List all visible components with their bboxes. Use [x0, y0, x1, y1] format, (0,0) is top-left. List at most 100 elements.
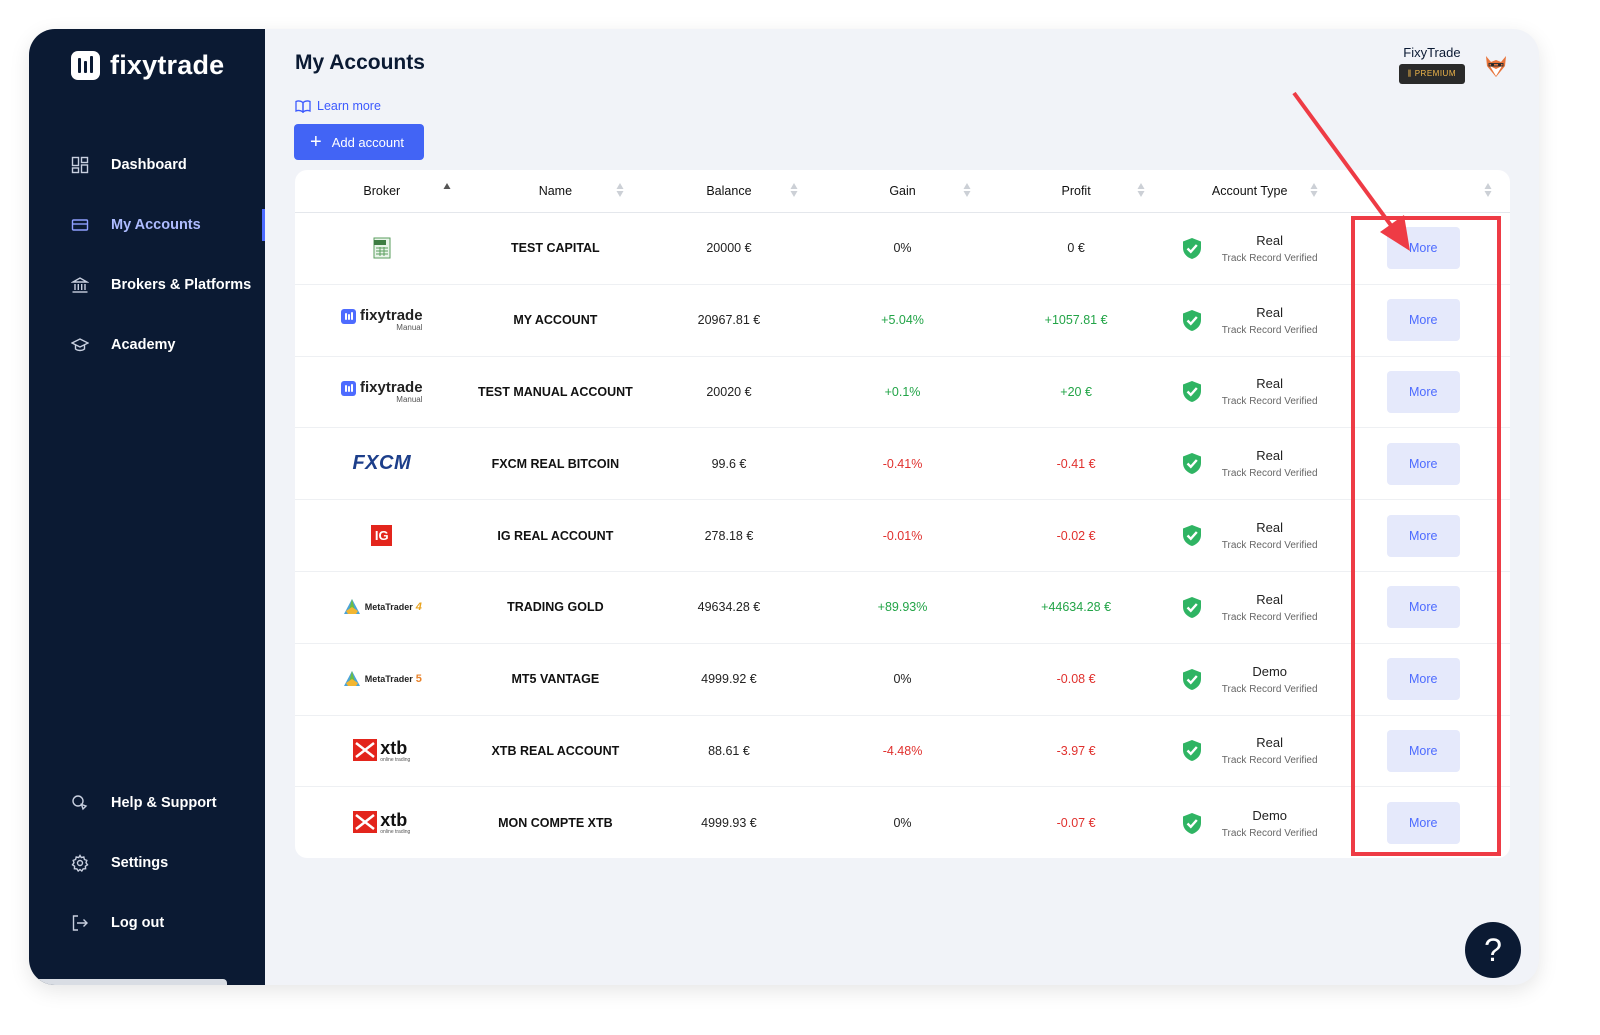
table-row[interactable]: xtb online trading MON COMPTE XTB 4999.93 €…: [295, 787, 1510, 858]
wallet-icon: [71, 219, 89, 231]
account-profit: -0.08 €: [1056, 672, 1096, 687]
annotation-arrow-icon: [1292, 91, 1410, 251]
sidebar-item-dashboard[interactable]: Dashboard: [71, 153, 187, 177]
verified-label: Track Record Verified: [1221, 396, 1318, 408]
verified-shield-icon: [1182, 740, 1201, 762]
sidebar-item-brokers-platforms[interactable]: Brokers & Platforms: [71, 273, 251, 297]
sidebar-item-help-support[interactable]: Help & Support: [71, 791, 217, 815]
account-profit: -3.97 €: [1056, 743, 1096, 758]
verified-label: Track Record Verified: [1221, 827, 1318, 839]
account-type-cell: Real Track Record Verified: [1163, 716, 1337, 787]
account-gain: -4.48%: [882, 743, 923, 758]
account-name: TEST CAPITAL: [511, 241, 600, 256]
account-balance: 4999.93 €: [701, 816, 757, 831]
account-type: Real: [1256, 304, 1284, 320]
column-header-gain[interactable]: Gain: [816, 170, 990, 212]
verified-shield-icon: [1182, 453, 1201, 475]
broker-logo-label: fixytrade: [360, 378, 423, 396]
column-header-name[interactable]: Name: [469, 170, 643, 212]
sidebar-item-academy[interactable]: Academy: [71, 333, 175, 357]
account-gain: +0.1%: [884, 384, 921, 399]
account-type: Real: [1256, 448, 1284, 464]
help-button[interactable]: ?: [1465, 922, 1521, 978]
fixytrade-logo-icon: [341, 380, 357, 396]
sidebar-item-label: Academy: [111, 337, 176, 353]
verified-label: Track Record Verified: [1221, 683, 1318, 695]
metatrader-logo-icon: [343, 599, 360, 615]
account-gain: 0%: [893, 672, 912, 687]
account-gain: 0%: [893, 816, 912, 831]
column-header-broker[interactable]: Broker: [295, 170, 469, 212]
account-profit: +20 €: [1060, 384, 1092, 399]
account-gain: -0.41%: [882, 456, 923, 471]
account-name: MON COMPTE XTB: [498, 816, 613, 831]
highlight-annotation-box: [1351, 216, 1501, 856]
sidebar-item-log-out[interactable]: Log out: [71, 911, 164, 935]
table-row[interactable]: MetaTrader 5 MT5 VANTAGE 4999.92 € 0% -0.08 €…: [295, 644, 1510, 716]
verified-shield-icon: [1182, 381, 1201, 403]
metatrader-logo-icon: [343, 671, 360, 687]
account-balance: 4999.92 €: [701, 672, 757, 687]
sort-icon: [1137, 183, 1145, 197]
avatar[interactable]: [1483, 53, 1509, 79]
app-logo[interactable]: fixytrade: [71, 49, 224, 81]
sort-icon: [616, 183, 624, 197]
sort-icon: [443, 183, 451, 189]
broker-logo-label: MetaTrader: [364, 602, 413, 613]
broker-cell: CSV: [295, 213, 469, 284]
logout-icon: [72, 915, 88, 931]
verified-shield-icon: [1182, 237, 1201, 259]
broker-cell: MetaTrader 5: [295, 644, 469, 715]
accounts-table: Broker Name Balance Gain Profit Account Type …: [295, 170, 1510, 858]
table-row[interactable]: IG IG REAL ACCOUNT 278.18 € -0.01% -0.02 € Re…: [295, 500, 1510, 572]
broker-logo-version: 4: [415, 601, 422, 614]
broker-cell: xtb online trading: [295, 787, 469, 858]
account-profit: -0.02 €: [1056, 528, 1096, 543]
broker-logo-label: MetaTrader: [364, 674, 413, 685]
broker-logo-sublabel: online trading: [380, 829, 411, 836]
learn-more-link[interactable]: Learn more: [295, 99, 381, 113]
account-type-cell: Real Track Record Verified: [1163, 572, 1337, 643]
add-account-button[interactable]: + Add account: [294, 124, 424, 160]
account-gain: +89.93%: [877, 600, 928, 615]
table-row[interactable]: fixytrade Manual MY ACCOUNT 20967.81 € +5.04…: [295, 285, 1510, 357]
dashboard-icon: [71, 156, 89, 174]
account-name: MY ACCOUNT: [513, 313, 598, 328]
column-header-balance[interactable]: Balance: [642, 170, 816, 212]
table-row[interactable]: xtb online trading XTB REAL ACCOUNT 88.61 €…: [295, 716, 1510, 788]
account-profit: -0.07 €: [1056, 816, 1096, 831]
broker-cell: MetaTrader 4: [295, 572, 469, 643]
account-type-cell: Real Track Record Verified: [1163, 428, 1337, 499]
sidebar-item-label: Help & Support: [111, 795, 217, 811]
ig-logo: IG: [371, 525, 393, 547]
sidebar-item-settings[interactable]: Settings: [71, 851, 168, 875]
sidebar-item-label: Dashboard: [111, 157, 187, 173]
table-body: CSV TEST CAPITAL 20000 € 0% 0 € Real Track Rec…: [295, 213, 1510, 858]
account-balance: 49634.28 €: [697, 600, 761, 615]
account-type: Demo: [1252, 663, 1288, 679]
account-profit: +44634.28 €: [1041, 600, 1112, 615]
column-header-label: Broker: [363, 184, 401, 198]
broker-logo-label: fixytrade: [360, 307, 423, 325]
premium-icon: ⫼: [1407, 69, 1415, 78]
verified-label: Track Record Verified: [1221, 755, 1318, 767]
broker-logo-sublabel: online trading: [380, 756, 411, 763]
support-icon: [72, 795, 88, 811]
account-name: IG REAL ACCOUNT: [497, 528, 614, 543]
premium-badge: ⫼ PREMIUM: [1398, 64, 1465, 84]
account-type: Real: [1256, 376, 1284, 392]
verified-shield-icon: [1182, 668, 1201, 690]
sidebar-item-label: My Accounts: [111, 217, 201, 233]
sidebar-item-my-accounts[interactable]: My Accounts: [71, 213, 201, 237]
account-type: Real: [1256, 520, 1284, 536]
account-type: Real: [1256, 591, 1284, 607]
premium-badge-label: PREMIUM: [1414, 69, 1456, 78]
column-header-label: Account Type: [1211, 184, 1288, 198]
account-name: FXCM REAL BITCOIN: [491, 456, 620, 471]
table-row[interactable]: MetaTrader 4 TRADING GOLD 49634.28 € +89.93%…: [295, 572, 1510, 644]
verified-label: Track Record Verified: [1221, 468, 1318, 480]
table-row[interactable]: FXCM FXCM REAL BITCOIN 99.6 € -0.41% -0.41 €…: [295, 428, 1510, 501]
user-menu[interactable]: FixyTrade ⫼ PREMIUM: [1398, 45, 1509, 84]
table-row[interactable]: fixytrade Manual TEST MANUAL ACCOUNT 20020 …: [295, 357, 1510, 429]
column-header-profit[interactable]: Profit: [989, 170, 1163, 212]
